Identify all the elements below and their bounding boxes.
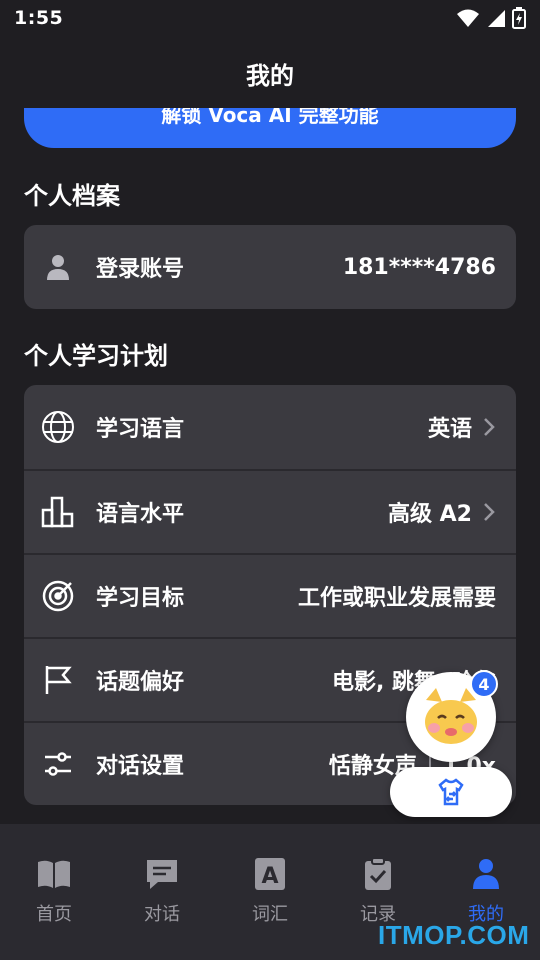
plan-row-label: 对话设置 xyxy=(96,754,185,779)
plan-row-value: 高级 A2 xyxy=(388,502,472,527)
status-bar: 1:55 xyxy=(0,0,540,36)
user-icon xyxy=(473,859,499,889)
plan-row-goal[interactable]: 学习目标 工作或职业发展需要 xyxy=(24,553,516,637)
plan-row-level[interactable]: 语言水平 高级 A2 xyxy=(24,469,516,553)
nav-label: 对话 xyxy=(144,904,180,925)
profile-card: 登录账号 181****4786 xyxy=(24,225,516,309)
nav-home[interactable]: 首页 xyxy=(0,856,108,926)
bar-chart-icon xyxy=(40,494,76,530)
plan-row-label: 语言水平 xyxy=(96,502,185,527)
flag-icon xyxy=(40,662,76,698)
sliders-icon xyxy=(40,746,76,782)
plan-row-label: 学习目标 xyxy=(96,586,185,611)
nav-chat[interactable]: 对话 xyxy=(108,856,216,926)
plan-row-language[interactable]: 学习语言 英语 xyxy=(24,385,516,469)
vocab-icon: A xyxy=(255,858,285,890)
chat-icon xyxy=(147,860,177,889)
chevron-right-icon xyxy=(484,503,495,521)
globe-icon xyxy=(40,409,76,445)
signal-icon xyxy=(488,10,505,27)
clipboard-icon xyxy=(365,857,391,890)
section-title-plan: 个人学习计划 xyxy=(24,342,168,370)
svg-text:A: A xyxy=(261,864,278,889)
section-title-profile: 个人档案 xyxy=(24,182,120,210)
nav-label: 首页 xyxy=(36,904,72,925)
notification-badge: 4 xyxy=(470,670,498,698)
switch-character-button[interactable] xyxy=(390,767,512,817)
user-icon xyxy=(40,249,76,285)
plan-row-label: 话题偏好 xyxy=(96,670,185,695)
nav-label: 词汇 xyxy=(252,904,288,925)
battery-icon xyxy=(512,7,526,29)
wifi-icon xyxy=(457,9,479,27)
nav-vocab[interactable]: A 词汇 xyxy=(216,856,324,926)
book-icon xyxy=(38,860,70,888)
plan-row-label: 学习语言 xyxy=(96,417,185,442)
account-value: 181****4786 xyxy=(342,254,496,280)
target-icon xyxy=(40,578,76,614)
nav-profile[interactable]: 我的 xyxy=(432,856,540,926)
page-title: 我的 xyxy=(246,62,294,90)
account-row[interactable]: 登录账号 181****4786 xyxy=(24,225,516,309)
plan-row-value: 工作或职业发展需要 xyxy=(297,586,496,611)
plan-row-value: 英语 xyxy=(427,417,472,442)
status-icons xyxy=(456,7,526,29)
swap-shirt-icon xyxy=(438,778,464,806)
status-time: 1:55 xyxy=(14,7,64,29)
watermark: ITMOP.COM xyxy=(378,920,530,950)
chevron-right-icon xyxy=(484,418,495,436)
nav-records[interactable]: 记录 xyxy=(324,856,432,926)
unlock-button[interactable]: 解锁 Voca AI 完整功能 xyxy=(24,108,516,148)
account-label: 登录账号 xyxy=(96,257,185,282)
